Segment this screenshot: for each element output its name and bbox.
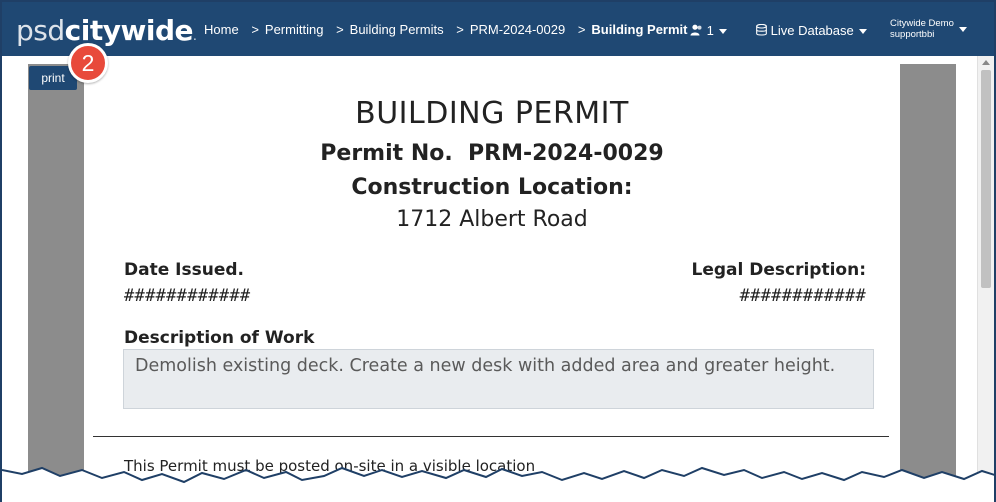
- permit-number-label: Permit No.: [320, 141, 453, 166]
- top-navbar: psdcitywide. Home > Permitting > Building …: [2, 2, 994, 56]
- logo-suffix: .: [192, 29, 197, 43]
- breadcrumb-current: Building Permit: [591, 22, 688, 37]
- app-logo[interactable]: psdcitywide.: [16, 14, 197, 47]
- database-dropdown[interactable]: Live Database: [756, 23, 867, 38]
- breadcrumb-home[interactable]: Home: [204, 22, 239, 37]
- database-icon: [756, 23, 767, 36]
- logo-bold-text: citywide: [64, 14, 194, 47]
- left-margin-panel: [28, 64, 84, 502]
- breadcrumb: Home > Permitting > Building Permits > PRM-…: [204, 22, 696, 37]
- database-label: Live Database: [770, 23, 854, 38]
- breadcrumb-permit-number[interactable]: PRM-2024-0029: [470, 22, 565, 37]
- scroll-thumb[interactable]: [981, 70, 991, 288]
- step-badge: 2: [68, 43, 108, 83]
- description-of-work-field[interactable]: Demolish existing deck. Create a new des…: [123, 349, 874, 409]
- permit-number-line: Permit No. PRM-2024-0029: [84, 141, 900, 166]
- location-value: 1712 Albert Road: [396, 207, 588, 232]
- breadcrumb-separator: >: [251, 22, 259, 37]
- users-count: 1: [706, 23, 714, 38]
- date-issued-label: Date Issued.: [124, 260, 244, 280]
- divider: [93, 436, 889, 437]
- scroll-up-arrow-icon[interactable]: [982, 60, 990, 65]
- legal-description-label: Legal Description:: [691, 260, 867, 280]
- date-issued-value: ############: [124, 286, 251, 306]
- vertical-scrollbar[interactable]: [977, 56, 994, 502]
- chevron-down-icon: [858, 29, 867, 35]
- user-account: supportbbi: [890, 29, 935, 40]
- permit-number-value: PRM-2024-0029: [468, 141, 664, 166]
- breadcrumb-permitting[interactable]: Permitting: [265, 22, 324, 37]
- breadcrumb-building-permits[interactable]: Building Permits: [350, 22, 444, 37]
- users-dropdown[interactable]: 1: [690, 23, 727, 38]
- content-area: BUILDING PERMIT Permit No. PRM-2024-0029…: [2, 43, 994, 502]
- breadcrumb-separator: >: [577, 22, 586, 37]
- chevron-down-icon: [718, 29, 727, 35]
- app-window: psdcitywide. Home > Permitting > Building …: [0, 0, 996, 502]
- logo-light-text: psd: [16, 14, 65, 47]
- breadcrumb-separator: >: [336, 22, 344, 37]
- users-icon: [690, 24, 702, 36]
- breadcrumb-separator: >: [456, 22, 464, 37]
- torn-edge-effect: [2, 466, 994, 502]
- location-label: Construction Location:: [351, 175, 633, 200]
- legal-description-value: ############: [739, 286, 866, 306]
- user-menu[interactable]: Citywide Demo supportbbi: [890, 18, 967, 40]
- permit-document: BUILDING PERMIT Permit No. PRM-2024-0029…: [84, 64, 900, 502]
- right-margin-panel: [900, 64, 956, 502]
- chevron-down-icon: [958, 26, 967, 32]
- description-of-work-label: Description of Work: [124, 328, 315, 348]
- user-name: Citywide Demo: [890, 18, 954, 29]
- permit-title: BUILDING PERMIT: [355, 96, 629, 131]
